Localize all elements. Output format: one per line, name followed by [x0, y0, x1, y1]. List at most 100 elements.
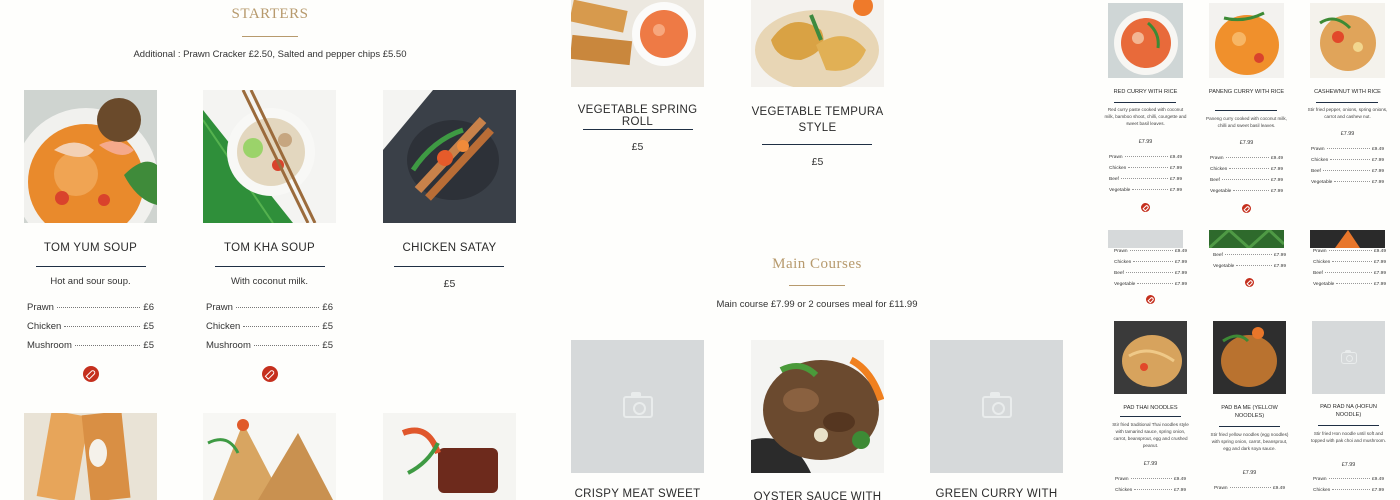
- price-row: Beef £7.99: [1109, 177, 1182, 182]
- pad-ba-me-rule: [1219, 426, 1280, 427]
- tom-kha-soup-photo[interactable]: [203, 90, 336, 223]
- paneng-curry-price: £7.99: [1239, 140, 1254, 146]
- spring-roll-photo[interactable]: [24, 413, 157, 500]
- price-row: Prawn £9.49: [1313, 249, 1386, 254]
- pad-ba-me-thumb[interactable]: [1213, 321, 1286, 394]
- crispy-meat-photo-placeholder[interactable]: [571, 340, 704, 473]
- camera-placeholder-icon: [622, 391, 653, 418]
- price-row: Chicken £5: [27, 321, 154, 332]
- row2-price-list-2: Beef £7.99 Vegetable £7.99: [1213, 253, 1286, 275]
- price-row: Chicken £7.99: [1313, 488, 1384, 493]
- price-row: Vegetable £7.99: [1313, 282, 1386, 287]
- oyster-sauce-photo[interactable]: [751, 340, 884, 473]
- price-row: Prawn £9.49: [1311, 147, 1384, 152]
- paneng-curry-rule: [1215, 110, 1277, 111]
- price-row: Chicken £7.99: [1115, 488, 1186, 493]
- tom-kha-soup-desc: With coconut milk.: [230, 276, 309, 287]
- price-row: Vegetable £7.99: [1114, 282, 1187, 287]
- camera-placeholder-icon: [1340, 349, 1357, 364]
- vegetable-spring-roll-photo[interactable]: [571, 0, 704, 87]
- pad-thai-thumb[interactable]: [1114, 321, 1187, 394]
- price-row: Chicken £7.99: [1109, 166, 1182, 171]
- price-row: Prawn £6: [206, 302, 333, 313]
- chili-spicy-icon: [1146, 295, 1155, 304]
- chili-spicy-icon: [83, 366, 99, 382]
- red-curry-price: £7.99: [1138, 139, 1153, 145]
- green-curry-photo-placeholder[interactable]: [930, 340, 1063, 473]
- price-row: Prawn £9.49: [1114, 249, 1187, 254]
- cashewnut-desc: Stir fried pepper, onions, spring onions…: [1307, 107, 1388, 119]
- paneng-curry-thumb[interactable]: [1209, 3, 1284, 78]
- price-row: Beef £7.99: [1213, 253, 1286, 258]
- green-curry-name: GREEN CURRY WITH RICE: [935, 488, 1058, 500]
- pad-rad-na-photo-placeholder[interactable]: [1312, 321, 1385, 394]
- price-row: Chicken £5: [206, 321, 333, 332]
- red-curry-thumb[interactable]: [1108, 3, 1183, 78]
- price-row: Chicken £7.99: [1210, 167, 1283, 172]
- tom-yum-soup-name: TOM YUM SOUP: [43, 242, 138, 254]
- pad-rad-na-desc: Stir fried Hon noodle until soft and top…: [1310, 431, 1387, 443]
- tom-yum-soup-desc: Hot and sour soup.: [50, 276, 131, 287]
- vegetable-tempura-photo[interactable]: [751, 0, 884, 87]
- price-row: Chicken £7.99: [1313, 260, 1386, 265]
- tom-yum-soup-photo[interactable]: [24, 90, 157, 223]
- price-row: Beef £7.99: [1311, 169, 1384, 174]
- chicken-satay-photo[interactable]: [383, 90, 516, 223]
- pad-thai-desc: Stir fried traditional Thai noodles styl…: [1112, 422, 1189, 448]
- chili-spicy-icon: [1245, 278, 1254, 287]
- row2-price-list-1: Prawn £9.49 Chicken £7.99 Beef £7.99 Vegeta…: [1114, 249, 1187, 293]
- price-row: Prawn £9.49: [1313, 477, 1384, 482]
- chicken-satay-price: £5: [443, 278, 456, 290]
- starters-note: Additional : Prawn Cracker £2.50, Salted…: [133, 49, 407, 60]
- chili-spicy-icon: [1242, 204, 1251, 213]
- main-courses-title: Main Courses: [772, 256, 862, 272]
- cashewnut-thumb[interactable]: [1310, 3, 1385, 78]
- red-curry-name: RED CURRY WITH RICE: [1113, 89, 1178, 95]
- cashewnut-price: £7.99: [1340, 131, 1355, 137]
- red-curry-rule: [1114, 102, 1176, 103]
- pad-thai-price: £7.99: [1143, 461, 1158, 467]
- pad-thai-rule: [1120, 416, 1181, 417]
- row2-thumb-3[interactable]: [1310, 230, 1385, 248]
- vegetable-spring-roll-name: VEGETABLE SPRING ROLL: [577, 104, 698, 128]
- cashewnut-name: CASHEWNUT WITH RICE: [1314, 89, 1381, 95]
- price-row: Vegetable £7.99: [1210, 189, 1283, 194]
- vegetable-tempura-name: VEGETABLE TEMPURA STYLE: [751, 106, 884, 134]
- main-courses-note: Main course £7.99 or 2 courses meal for …: [716, 299, 918, 310]
- spare-ribs-photo[interactable]: [383, 413, 516, 500]
- pad-thai-name: PAD THAI NOODLES: [1123, 405, 1178, 411]
- crispy-meat-sweet-name: CRISPY MEAT SWEET: [574, 488, 701, 500]
- paneng-curry-name: PANENG CURRY WITH RICE: [1208, 89, 1285, 95]
- price-row: Prawn £6: [27, 302, 154, 313]
- pad-ba-me-price: £7.99: [1242, 470, 1257, 476]
- vegetable-tempura-rule: [762, 144, 872, 145]
- pad-ba-me-desc: Stir fried yellow noodles (egg noodles) …: [1210, 432, 1289, 451]
- oyster-sauce-name: OYSTER SAUCE WITH: [753, 491, 882, 500]
- price-row: Beef £7.99: [1114, 271, 1187, 276]
- price-row: Chicken £7.99: [1114, 260, 1187, 265]
- cashewnut-rule: [1316, 102, 1378, 103]
- price-row: Prawn £9.49: [1210, 156, 1283, 161]
- pad-ba-me-price-list: Prawn £9.49: [1214, 486, 1285, 497]
- pad-rad-na-price-list: Prawn £9.49 Chicken £7.99: [1313, 477, 1384, 499]
- vegetable-spring-roll-rule: [583, 129, 693, 130]
- pad-thai-price-list: Prawn £9.49 Chicken £7.99: [1115, 477, 1186, 499]
- chili-spicy-icon: [262, 366, 278, 382]
- price-row: Mushroom £5: [27, 340, 154, 351]
- price-row: Chicken £7.99: [1311, 158, 1384, 163]
- starters-title-rule: [242, 36, 298, 37]
- tom-kha-soup-name: TOM KHA SOUP: [224, 242, 315, 254]
- row2-thumb-2[interactable]: [1209, 230, 1284, 248]
- paneng-curry-price-list: Prawn £9.49 Chicken £7.99 Beef £7.99 Vegeta…: [1210, 156, 1283, 200]
- paneng-curry-desc: Paneng curry cooked with coconut milk, c…: [1206, 116, 1287, 128]
- price-row: Vegetable £7.99: [1109, 188, 1182, 193]
- price-row: Beef £7.99: [1313, 271, 1386, 276]
- sesame-toast-photo[interactable]: [203, 413, 336, 500]
- chili-spicy-icon: [1141, 203, 1150, 212]
- pad-rad-na-price: £7.99: [1341, 462, 1356, 468]
- tom-yum-soup-rule: [36, 266, 146, 267]
- price-row: Beef £7.99: [1210, 178, 1283, 183]
- row2-thumb-placeholder[interactable]: [1108, 230, 1183, 248]
- vegetable-spring-roll-price: £5: [631, 141, 644, 153]
- pad-rad-na-name: PAD RAD NA (HOFUN NOODLE): [1320, 404, 1377, 418]
